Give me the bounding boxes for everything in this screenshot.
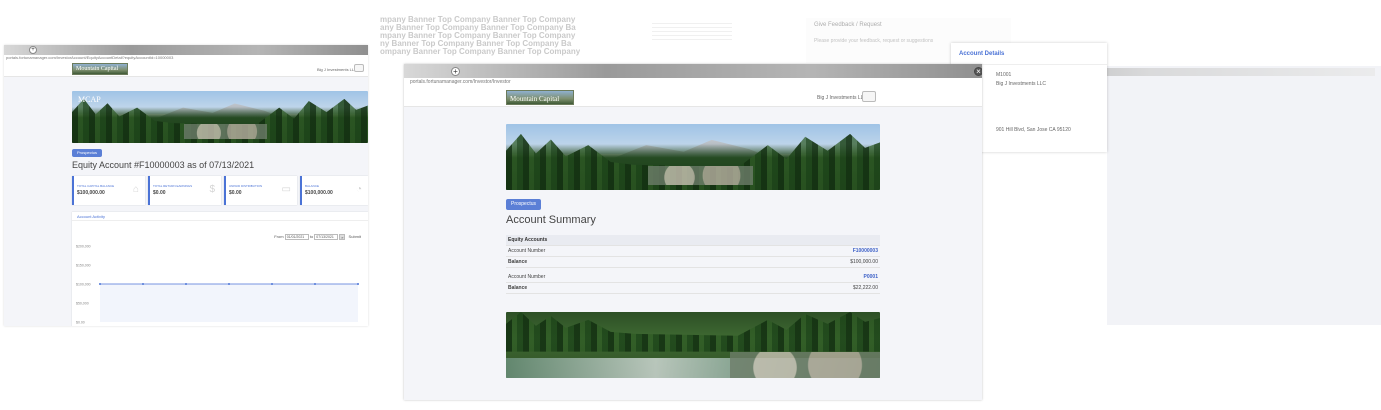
- pie-icon: ◔: [355, 184, 362, 195]
- prospectus-button[interactable]: Prospectus: [72, 149, 102, 157]
- site-header: Mountain Capital Big J Investments LLC: [404, 87, 982, 107]
- banner-background-text: mpany Banner Top Company Banner Top Comp…: [380, 16, 580, 56]
- stat-capital-balance: TOTAL CAPITAL BALANCE $100,000.00 ⌂: [72, 176, 145, 205]
- river-image: [506, 312, 880, 378]
- stat-balance: BALANCE $100,000.00 ◔: [300, 176, 368, 205]
- site-header: Mountain Capital Big J Investments LLC: [4, 61, 368, 77]
- submit-button[interactable]: Submit: [347, 234, 363, 240]
- y-tick-label: $50,000: [76, 302, 89, 306]
- feedback-title: Give Feedback / Request: [814, 22, 882, 28]
- data-point[interactable]: [314, 283, 316, 285]
- tab-bar: +: [4, 45, 368, 55]
- account-link[interactable]: F10000003: [853, 246, 878, 257]
- company-logo[interactable]: Mountain Capital: [72, 63, 128, 75]
- left-browser-window: + portals.fortunamanager.com/InvestorAcc…: [4, 45, 368, 326]
- activity-header: Account Activity: [72, 212, 368, 221]
- from-date-input[interactable]: 01/01/2021: [284, 234, 309, 240]
- chat-icon[interactable]: [862, 91, 876, 102]
- date-filter: From 01/01/2021 to 07/13/2021 » Submit: [274, 234, 363, 241]
- new-tab-icon[interactable]: +: [29, 46, 37, 54]
- table-row: Account Number F10000003: [506, 246, 880, 257]
- stat-return-earnings: TOTAL RETURN EARNINGS $0.00 $: [148, 176, 221, 205]
- close-icon[interactable]: ×: [974, 67, 982, 76]
- account-address: 901 Hill Blvd, San Jose CA 95120: [996, 127, 1071, 133]
- tab-bar: + ×: [404, 64, 982, 78]
- y-tick-label: $150,000: [76, 264, 91, 268]
- calendar-button[interactable]: »: [339, 234, 346, 240]
- from-label: From: [274, 234, 284, 240]
- home-icon: ⌂: [132, 184, 139, 195]
- account-id: M1001: [996, 72, 1012, 78]
- equity-accounts-table-2: Account Number P0001 Balance $22,222.00: [506, 272, 880, 294]
- account-link[interactable]: P0001: [864, 272, 878, 283]
- activity-chart: $200,000$150,000$100,000$50,000$0.00Jan F…: [76, 245, 359, 325]
- faint-table: [652, 20, 732, 40]
- money-icon: ▭: [281, 184, 291, 195]
- center-browser-window: + × portals.fortunamanager.com/Investor/…: [404, 64, 982, 400]
- hero-image: [506, 124, 880, 190]
- page-title: Equity Account #F10000003 as of 07/13/20…: [72, 160, 255, 170]
- data-point[interactable]: [99, 283, 101, 285]
- y-tick-label: $100,000: [76, 283, 91, 287]
- to-date-input[interactable]: 07/13/2021: [314, 234, 339, 240]
- series-area: [100, 284, 358, 322]
- data-point[interactable]: [142, 283, 144, 285]
- company-logo[interactable]: Mountain Capital: [506, 90, 574, 105]
- hero-label: MCAP: [78, 95, 101, 104]
- account-name: Big J Investments LLC: [996, 81, 1047, 87]
- dollar-icon: $: [209, 184, 215, 195]
- y-tick-label: $0.00: [76, 321, 85, 325]
- url-bar[interactable]: portals.fortunamanager.com/Investor/Inve…: [404, 78, 982, 87]
- equity-accounts-table: Equity Accounts Account Number F10000003…: [506, 235, 880, 268]
- hero-image: MCAP: [72, 91, 368, 143]
- data-point[interactable]: [271, 283, 273, 285]
- table-row: Balance $100,000.00: [506, 257, 880, 268]
- user-name[interactable]: Big J Investments LLC: [817, 95, 867, 101]
- y-tick-label: $200,000: [76, 245, 91, 249]
- account-activity-panel: Account Activity From 01/01/2021 to 07/1…: [72, 212, 368, 326]
- page-title: Account Summary: [506, 214, 596, 226]
- table-header: Equity Accounts: [506, 235, 880, 246]
- data-point[interactable]: [357, 283, 359, 285]
- data-point[interactable]: [185, 283, 187, 285]
- data-point[interactable]: [228, 283, 230, 285]
- stat-unpaid-distribution: UNPAID DISTRIBUTION $0.00 ▭: [224, 176, 297, 205]
- user-name[interactable]: Big J Investments LLC: [317, 67, 357, 72]
- new-tab-icon[interactable]: +: [451, 67, 460, 76]
- table-row: Balance $22,222.00: [506, 283, 880, 294]
- table-row: Account Number P0001: [506, 272, 880, 283]
- account-details-header: Account Details: [951, 43, 1107, 65]
- background-strip: [1107, 66, 1381, 325]
- prospectus-button[interactable]: Prospectus: [506, 199, 541, 210]
- chat-icon[interactable]: [354, 64, 364, 72]
- to-label: to: [309, 234, 314, 240]
